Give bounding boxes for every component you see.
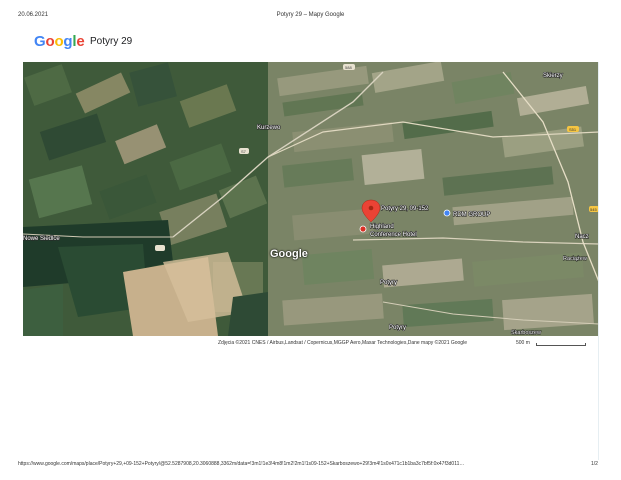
- scale-bar: [536, 343, 586, 346]
- poi-label-hotel-line1: Highland: [370, 224, 394, 230]
- logo-letter: e: [76, 33, 85, 50]
- place-title: Potyry 29: [90, 36, 133, 47]
- place-label-skarboszew: Skarboszew: [511, 330, 541, 336]
- road-sign: S51: [569, 127, 577, 132]
- road-sign: S7: [241, 149, 247, 154]
- place-label-nacz: Nacz: [575, 234, 589, 240]
- google-logo[interactable]: Google: [34, 33, 85, 50]
- map-google-watermark: Google: [270, 248, 308, 260]
- road-sign: 545: [590, 207, 597, 212]
- poi-label-hotel-line2: Conference Hotel: [370, 232, 417, 238]
- place-label-raciazew: Raciążew: [563, 256, 587, 262]
- place-label-skierzy: Skierzy: [543, 73, 563, 79]
- poi-label-rdm: RDM GROUP: [453, 212, 490, 218]
- place-label-potyry-south: Potyry: [389, 325, 406, 331]
- place-label-siedlce: Nowe Siedlce: [23, 236, 60, 242]
- satellite-map[interactable]: 588 S7 S51 545 Skierzy Kurzewo Nowe Sied…: [23, 62, 599, 336]
- page-divider: [598, 62, 599, 460]
- map-attribution[interactable]: Zdjęcia ©2021 CNES / Airbus,Landsat / Co…: [218, 340, 467, 346]
- place-label-kurzewo: Kurzewo: [257, 125, 281, 131]
- satellite-imagery: 588 S7 S51 545 Skierzy Kurzewo Nowe Sied…: [23, 62, 599, 336]
- place-label-potyry: Potyry: [380, 280, 397, 286]
- road-sign: 588: [345, 65, 352, 70]
- footer-url[interactable]: https://www.google.com/maps/place/Potyry…: [18, 461, 588, 467]
- company-poi-icon[interactable]: [443, 209, 451, 217]
- hotel-poi-icon[interactable]: [359, 225, 367, 233]
- logo-letter: G: [34, 33, 46, 50]
- scale-label: 500 m: [516, 340, 530, 346]
- page-number: 1/2: [591, 461, 598, 467]
- pin-label: Potyry 29, 09-152: [381, 206, 429, 212]
- document-title: Potyry 29 – Mapy Google: [276, 12, 345, 18]
